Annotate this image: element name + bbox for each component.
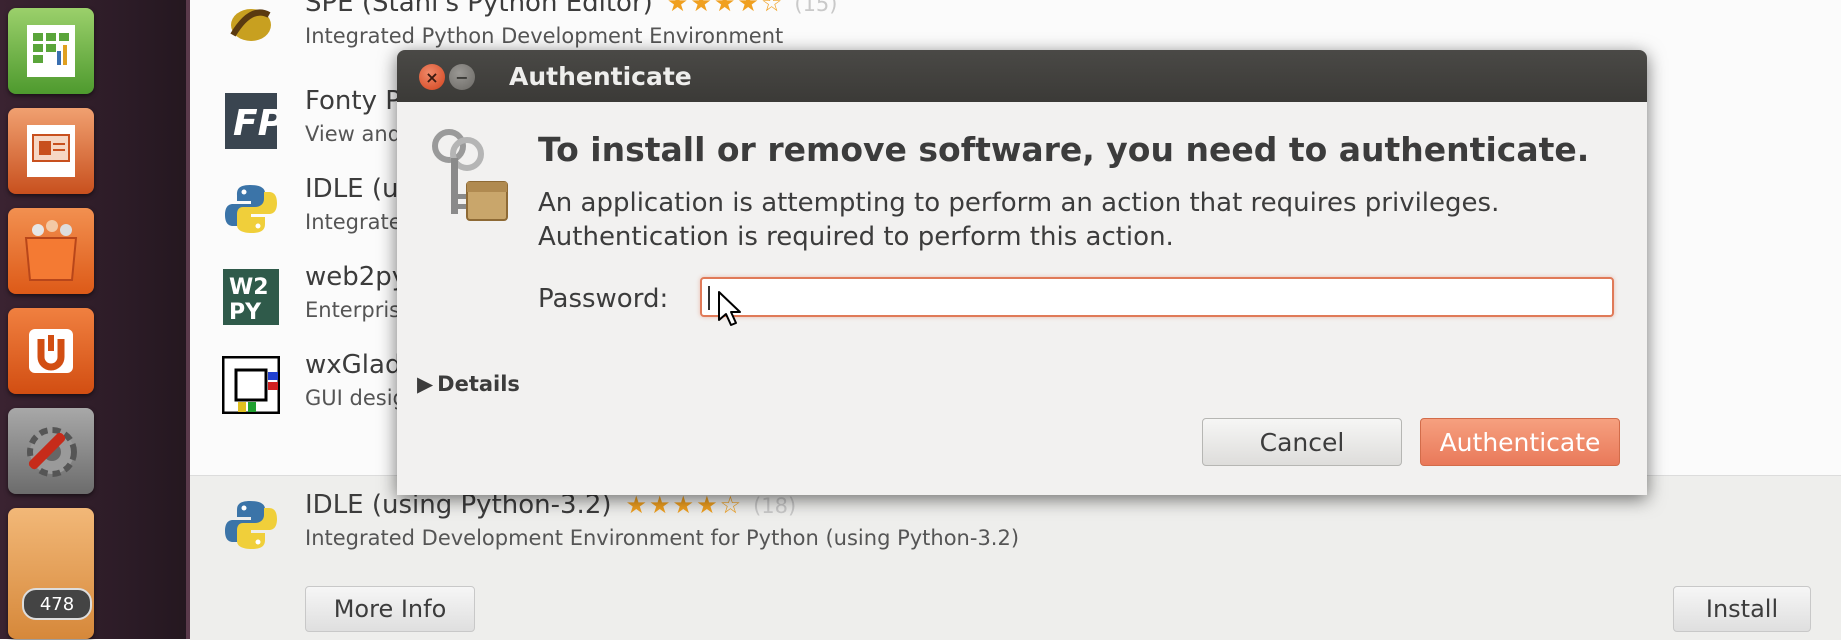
text-caret xyxy=(708,286,710,310)
dialog-message: An application is attempting to perform … xyxy=(538,188,1500,218)
details-label: Details xyxy=(437,372,520,396)
authenticate-dialog: × − Authenticate To install or remove so… xyxy=(397,50,1647,495)
mouse-pointer-icon xyxy=(717,290,743,328)
svg-text:FP: FP xyxy=(233,103,277,144)
update-count-badge: 478 xyxy=(22,588,92,620)
app-description: Integrate xyxy=(305,210,402,234)
authenticate-button[interactable]: Authenticate xyxy=(1420,418,1620,466)
close-icon[interactable]: × xyxy=(419,64,445,90)
rating-count: (15) xyxy=(794,0,838,16)
selected-list-item[interactable]: IDLE (using Python-3.2) ★★★★☆ (18) Integra… xyxy=(190,475,1841,640)
rating-stars: ★★★★☆ xyxy=(666,0,785,17)
password-label: Password: xyxy=(538,284,669,314)
password-field[interactable] xyxy=(700,277,1614,317)
app-description: Enterpris xyxy=(305,298,401,322)
app-name: Fonty P xyxy=(305,86,401,116)
unity-launcher: 478 xyxy=(0,0,190,639)
install-button[interactable]: Install xyxy=(1673,586,1811,632)
spe-icon xyxy=(220,0,282,54)
dialog-message: Authentication is required to perform th… xyxy=(538,222,1174,252)
app-description: View and xyxy=(305,122,402,146)
python-icon xyxy=(220,178,282,240)
ubuntu-one-icon[interactable] xyxy=(8,308,94,394)
app-name: SPE (Stani's Python Editor) xyxy=(305,0,653,18)
wxglade-icon xyxy=(220,354,282,416)
app-name: web2py xyxy=(305,262,408,292)
more-info-button[interactable]: More Info xyxy=(305,586,475,632)
rating-count: (18) xyxy=(753,494,797,518)
app-name: wxGlad xyxy=(305,350,402,380)
rating-stars: ★★★★☆ xyxy=(625,491,744,519)
cancel-button[interactable]: Cancel xyxy=(1202,418,1402,466)
dialog-heading: To install or remove software, you need … xyxy=(538,130,1590,169)
app-description: Integrated Python Development Environmen… xyxy=(305,24,784,48)
details-expander[interactable]: ▶ Details xyxy=(417,372,520,396)
svg-text:PY: PY xyxy=(229,300,262,325)
software-center-icon[interactable] xyxy=(8,208,94,294)
libreoffice-calc-icon[interactable] xyxy=(8,8,94,94)
system-settings-icon[interactable] xyxy=(8,408,94,494)
triangle-right-icon: ▶ xyxy=(417,372,434,396)
fontypython-icon: FP xyxy=(220,90,282,152)
app-description: GUI desig xyxy=(305,386,406,410)
dialog-title: Authenticate xyxy=(509,62,692,91)
minimize-icon[interactable]: − xyxy=(449,64,475,90)
app-name: IDLE (us xyxy=(305,174,413,204)
python-icon xyxy=(220,494,282,556)
dialog-titlebar[interactable]: × − Authenticate xyxy=(397,50,1647,102)
svg-text:W2: W2 xyxy=(229,275,269,300)
web2py-icon: W2 PY xyxy=(220,266,282,328)
libreoffice-impress-icon[interactable] xyxy=(8,108,94,194)
app-description: Integrated Development Environment for P… xyxy=(305,526,1020,550)
keys-icon xyxy=(427,124,517,228)
